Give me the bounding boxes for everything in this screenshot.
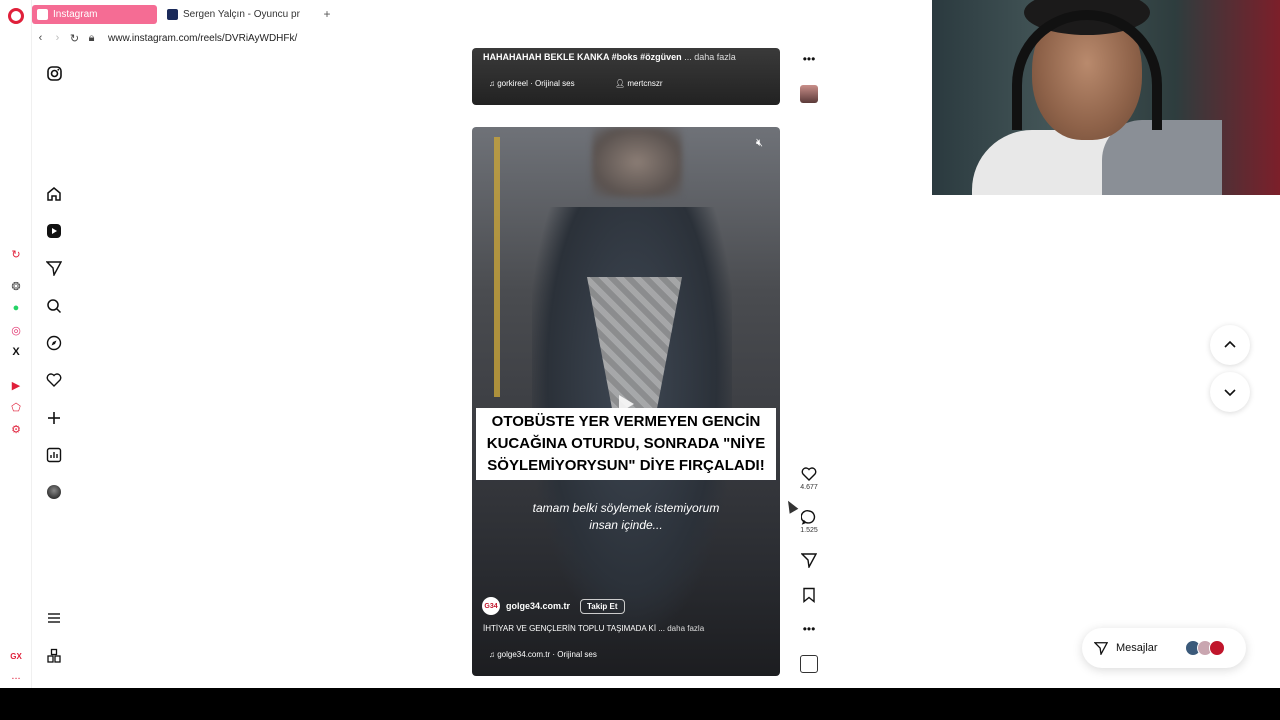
url-field[interactable]: www.instagram.com/reels/DVRiAyWDHFk/ xyxy=(108,33,297,44)
tab-title: Sergen Yalçın - Oyuncu pr xyxy=(183,9,300,20)
tab-title: Instagram xyxy=(53,9,98,20)
tab-sergen[interactable]: Sergen Yalçın - Oyuncu pr xyxy=(162,5,312,24)
heart-notifications-icon[interactable] xyxy=(44,370,64,390)
reels-icon[interactable] xyxy=(44,221,64,241)
more-link[interactable]: daha fazla xyxy=(667,624,704,633)
bottom-letterbox xyxy=(0,688,1280,720)
previous-reel[interactable]: HAHAHAHAH BEKLE KANKA #boks #özgüven ...… xyxy=(472,48,780,105)
tab-instagram[interactable]: Instagram xyxy=(32,5,157,24)
back-icon[interactable]: ‹ xyxy=(32,32,49,44)
also-from-meta-icon[interactable] xyxy=(44,646,64,666)
reel-audio[interactable]: ♫ golge34.com.tr · Orijinal ses xyxy=(489,650,597,659)
instagram-logo-icon[interactable] xyxy=(44,63,64,83)
comment-icon xyxy=(801,510,816,525)
audio-thumbnail xyxy=(800,85,818,103)
avatar xyxy=(1209,640,1225,656)
webcam-overlay xyxy=(932,0,1280,195)
reel-actions: ••• 4.677 1.525 ••• xyxy=(796,48,822,688)
lock-icon: 🔒︎ xyxy=(88,31,95,44)
blurred-face xyxy=(592,127,682,197)
history-icon[interactable]: ↻ xyxy=(8,246,24,262)
address-bar: ‹ › ↻ 🔒︎ www.instagram.com/reels/DVRiAyW… xyxy=(32,28,932,48)
opera-logo-icon[interactable] xyxy=(8,8,24,24)
messages-label: Mesajlar xyxy=(1116,642,1158,654)
audio-text: golge34.com.tr · Orijinal ses xyxy=(497,650,597,659)
save-button[interactable] xyxy=(796,587,822,603)
forward-icon[interactable]: › xyxy=(49,32,66,44)
previous-reel-button[interactable] xyxy=(1210,325,1250,365)
audio-text: gorkireel · Orijinal ses xyxy=(497,79,575,88)
chevron-down-icon xyxy=(1224,389,1236,397)
headline-line: KUCAĞINA OTURDU, SONRADA "NİYE xyxy=(486,435,766,452)
follow-button[interactable]: Takip Et xyxy=(580,598,625,614)
reload-icon[interactable]: ↻ xyxy=(66,32,83,45)
audio-thumb[interactable] xyxy=(796,655,822,673)
owner-name[interactable]: golge34.com.tr xyxy=(506,601,570,611)
video-subtitle: tamam belki söylemek istemiyorum insan i… xyxy=(472,500,780,534)
screen: ↻ ❂ ● ◎ X ▶ ⬠ ⚙ GX ... Instagram Sergen … xyxy=(0,0,1280,688)
instagram-favicon-icon xyxy=(37,9,48,20)
video-headline: OTOBÜSTE YER VERMEYEN GENCİN KUCAĞINA OT… xyxy=(476,408,776,480)
gx-label[interactable]: GX xyxy=(8,648,24,664)
mute-icon[interactable]: 🔇︎ xyxy=(756,137,763,150)
collab-text: mertcnszr xyxy=(627,79,663,88)
instagram-sidebar-icon[interactable]: ◎ xyxy=(8,322,24,338)
previous-reel-caption: HAHAHAHAH BEKLE KANKA #boks #özgüven ...… xyxy=(483,52,736,62)
messages-send-icon xyxy=(1094,642,1108,655)
like-count: 4.677 xyxy=(800,484,818,491)
explore-icon[interactable] xyxy=(44,333,64,353)
whatsapp-icon[interactable]: ● xyxy=(8,300,24,316)
headline-line: OTOBÜSTE YER VERMEYEN GENCİN xyxy=(491,413,761,430)
tab-strip: Instagram Sergen Yalçın - Oyuncu pr + xyxy=(32,0,932,28)
audio-thumbnail xyxy=(800,655,818,673)
like-button[interactable]: 4.677 xyxy=(796,466,822,491)
chevron-up-icon xyxy=(1224,340,1236,348)
site-favicon-icon xyxy=(167,9,178,20)
caption-text: HAHAHAHAH BEKLE KANKA #boks #özgüven xyxy=(483,52,682,62)
reel-video[interactable]: 🔇︎ OTOBÜSTE YER VERMEYEN GENCİN KUCAĞINA… xyxy=(472,127,780,676)
headline-line: SÖYLEMİYORYSUN" DİYE FIRÇALADI! xyxy=(487,457,765,474)
webcam-jacket xyxy=(1102,120,1222,195)
subtitle-line: insan içinde... xyxy=(589,518,663,532)
bus-pole xyxy=(494,137,500,397)
more-link[interactable]: ... daha fazla xyxy=(684,52,736,62)
headset-icon xyxy=(1012,10,1162,130)
search-icon[interactable] xyxy=(44,296,64,316)
home-icon[interactable] xyxy=(44,184,64,204)
previous-reel-collab[interactable]: 👤︎ mertcnszr xyxy=(615,79,663,88)
comment-button[interactable]: 1.525 xyxy=(796,509,822,534)
settings-icon[interactable]: ⚙ xyxy=(8,421,24,437)
reel-owner: G34 golge34.com.tr Takip Et xyxy=(482,597,625,615)
message-avatars xyxy=(1185,640,1225,656)
more-options-icon[interactable]: ••• xyxy=(796,622,822,636)
menu-icon[interactable] xyxy=(44,608,64,628)
subtitle-line: tamam belki söylemek istemiyorum xyxy=(532,501,720,515)
instagram-nav xyxy=(36,50,76,688)
new-tab-button[interactable]: + xyxy=(320,7,334,21)
previous-audio-thumb[interactable] xyxy=(796,85,822,103)
previous-more-options-icon[interactable]: ••• xyxy=(796,52,822,66)
reel-description: İHTİYAR VE GENÇLERİN TOPLU TAŞIMADA Kİ .… xyxy=(483,624,704,633)
opera-sidebar: ↻ ❂ ● ◎ X ▶ ⬠ ⚙ GX ... xyxy=(0,0,32,688)
profile-avatar[interactable] xyxy=(44,482,64,502)
aria-icon[interactable]: ❂ xyxy=(8,278,24,294)
x-twitter-icon[interactable]: X xyxy=(8,344,24,360)
previous-reel-audio[interactable]: ♫ gorkireel · Orijinal ses xyxy=(489,79,575,88)
owner-avatar[interactable]: G34 xyxy=(482,597,500,615)
player-icon[interactable]: ▶ xyxy=(8,377,24,393)
description-text: İHTİYAR VE GENÇLERİN TOPLU TAŞIMADA Kİ .… xyxy=(483,624,665,633)
comment-count: 1.525 xyxy=(800,527,818,534)
share-icon xyxy=(801,553,817,568)
dashboard-icon[interactable] xyxy=(44,445,64,465)
pinboard-icon[interactable]: ⬠ xyxy=(8,399,24,415)
bookmark-icon xyxy=(803,587,815,603)
heart-icon xyxy=(801,467,817,481)
messages-icon[interactable] xyxy=(44,258,64,278)
sidebar-more-icon[interactable]: ... xyxy=(8,668,24,684)
next-reel-button[interactable] xyxy=(1210,372,1250,412)
share-button[interactable] xyxy=(796,552,822,568)
create-plus-icon[interactable] xyxy=(44,408,64,428)
messages-button[interactable]: Mesajlar xyxy=(1082,628,1246,668)
